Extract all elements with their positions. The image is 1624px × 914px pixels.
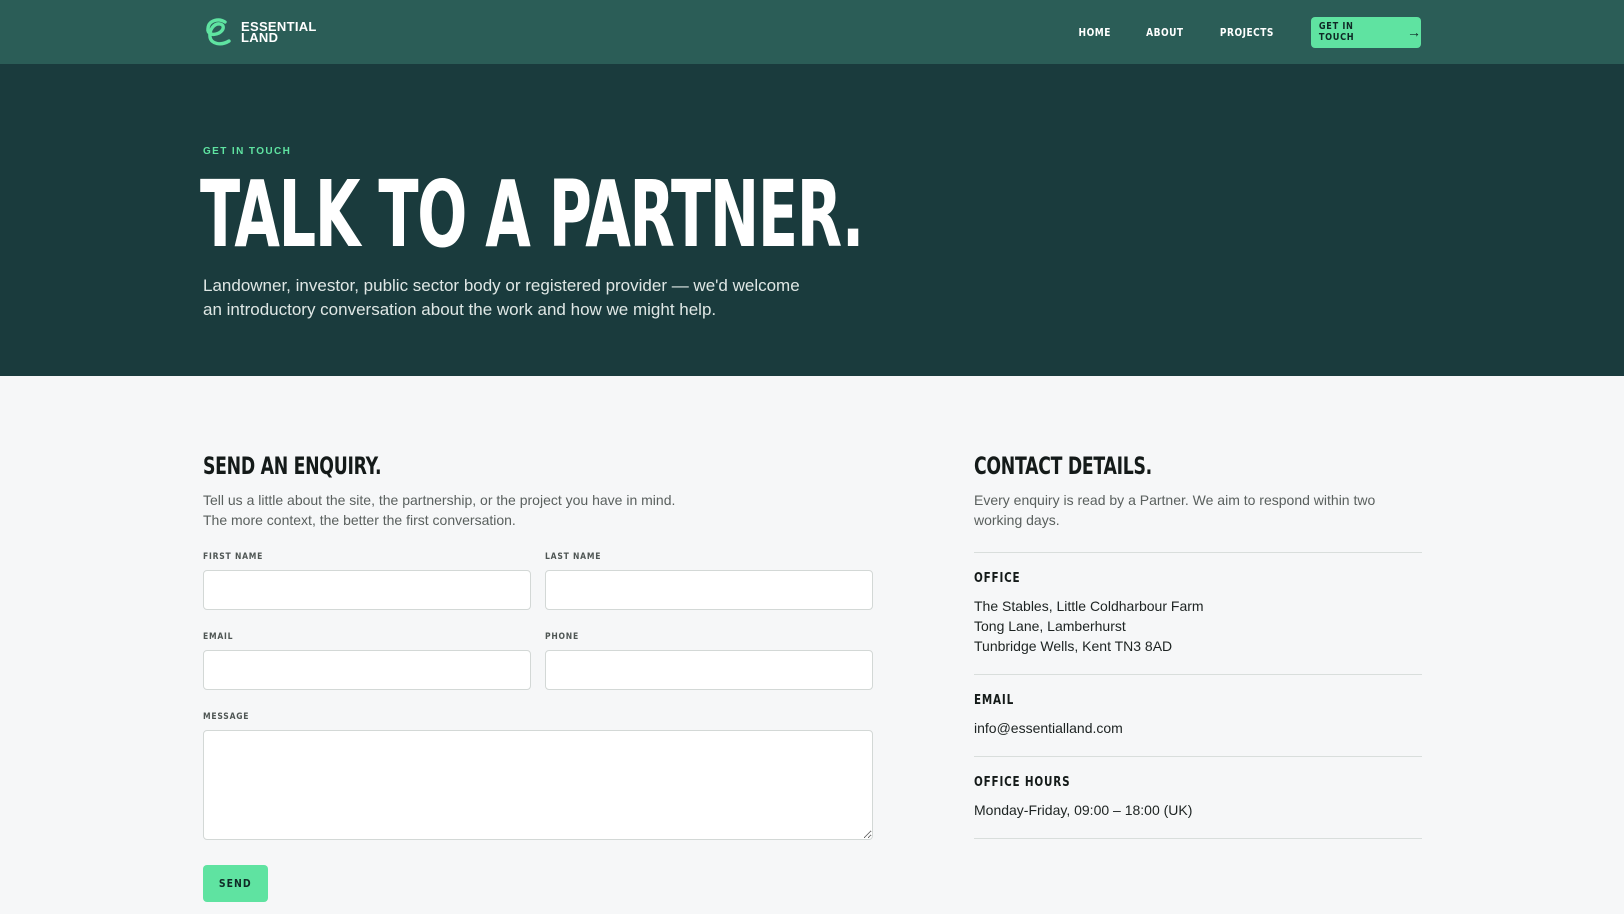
email-input[interactable]	[203, 650, 531, 690]
enquiry-title: SEND AN ENQUIRY.	[203, 452, 382, 480]
contact-details-intro: Every enquiry is read by a Partner. We a…	[974, 492, 1376, 528]
phone-input[interactable]	[545, 650, 873, 690]
office-hours-label: OFFICE HOURS	[974, 775, 1071, 790]
last-name-label: LAST NAME	[545, 552, 602, 562]
nav-link-projects[interactable]: PROJECTS	[1220, 26, 1274, 39]
contact-details-title: CONTACT DETAILS.	[974, 452, 1152, 480]
office-address-line-2: Tong Lane, Lamberhurst	[974, 618, 1126, 634]
enquiry-intro-line-2: The more context, the better the first c…	[203, 512, 516, 528]
office-hours-value: Monday-Friday, 09:00 – 18:00 (UK)	[974, 802, 1193, 818]
name-row: FIRST NAME LAST NAME	[203, 552, 873, 610]
office-block: OFFICE The Stables, Little Coldharbour F…	[974, 552, 1422, 674]
first-name-input[interactable]	[203, 570, 531, 610]
last-name-group: LAST NAME	[545, 552, 873, 610]
phone-group: PHONE	[545, 632, 873, 690]
contact-main-section: SEND AN ENQUIRY. Tell us a little about …	[0, 376, 1624, 914]
message-label: MESSAGE	[203, 712, 250, 722]
send-button-label: SEND	[219, 877, 252, 890]
page-title: TALK TO A PARTNER.	[200, 161, 864, 268]
contact-email-link[interactable]: info@essentialland.com	[974, 720, 1123, 736]
top-navigation-bar: ESSENTIAL LAND HOME ABOUT PROJECTS GET I…	[0, 0, 1624, 64]
enquiry-form: SEND AN ENQUIRY. Tell us a little about …	[203, 452, 873, 902]
hero-eyebrow: GET IN TOUCH	[203, 146, 292, 157]
enquiry-intro-line-1: Tell us a little about the site, the par…	[203, 492, 676, 508]
first-name-group: FIRST NAME	[203, 552, 531, 610]
office-address-line-1: The Stables, Little Coldharbour Farm	[974, 598, 1204, 614]
email-block: EMAIL info@essentialland.com	[974, 674, 1422, 756]
office-label: OFFICE	[974, 571, 1021, 586]
get-in-touch-label: GET IN TOUCH	[1318, 21, 1355, 43]
email-block-label: EMAIL	[974, 693, 1014, 708]
last-name-input[interactable]	[545, 570, 873, 610]
nav-link-about[interactable]: ABOUT	[1146, 26, 1183, 39]
email-group: EMAIL	[203, 632, 531, 690]
nav-link-home[interactable]: HOME	[1079, 26, 1111, 39]
arrow-right-icon: →	[1407, 24, 1421, 40]
phone-label: PHONE	[545, 632, 579, 642]
hero-subtitle: Landowner, investor, public sector body …	[203, 276, 800, 319]
contact-details: CONTACT DETAILS. Every enquiry is read b…	[974, 452, 1422, 839]
main-nav: HOME ABOUT PROJECTS GET IN TOUCH →	[1075, 0, 1421, 64]
essential-land-logo-icon	[206, 18, 231, 46]
first-name-label: FIRST NAME	[203, 552, 264, 562]
logo-wordmark: ESSENTIAL LAND	[241, 20, 317, 44]
message-textarea[interactable]	[203, 730, 873, 840]
hours-block: OFFICE HOURS Monday-Friday, 09:00 – 18:0…	[974, 756, 1422, 838]
site-logo[interactable]: ESSENTIAL LAND	[203, 16, 317, 48]
message-group: MESSAGE	[203, 712, 873, 845]
office-address-line-3: Tunbridge Wells, Kent TN3 8AD	[974, 638, 1173, 654]
contact-row: EMAIL PHONE	[203, 632, 873, 690]
contact-bottom-divider	[974, 838, 1422, 839]
get-in-touch-button[interactable]: GET IN TOUCH →	[1311, 16, 1421, 48]
email-label: EMAIL	[203, 632, 234, 642]
send-button[interactable]: SEND	[203, 865, 268, 902]
hero-section: GET IN TOUCH TALK TO A PARTNER. Landowne…	[0, 64, 1624, 376]
